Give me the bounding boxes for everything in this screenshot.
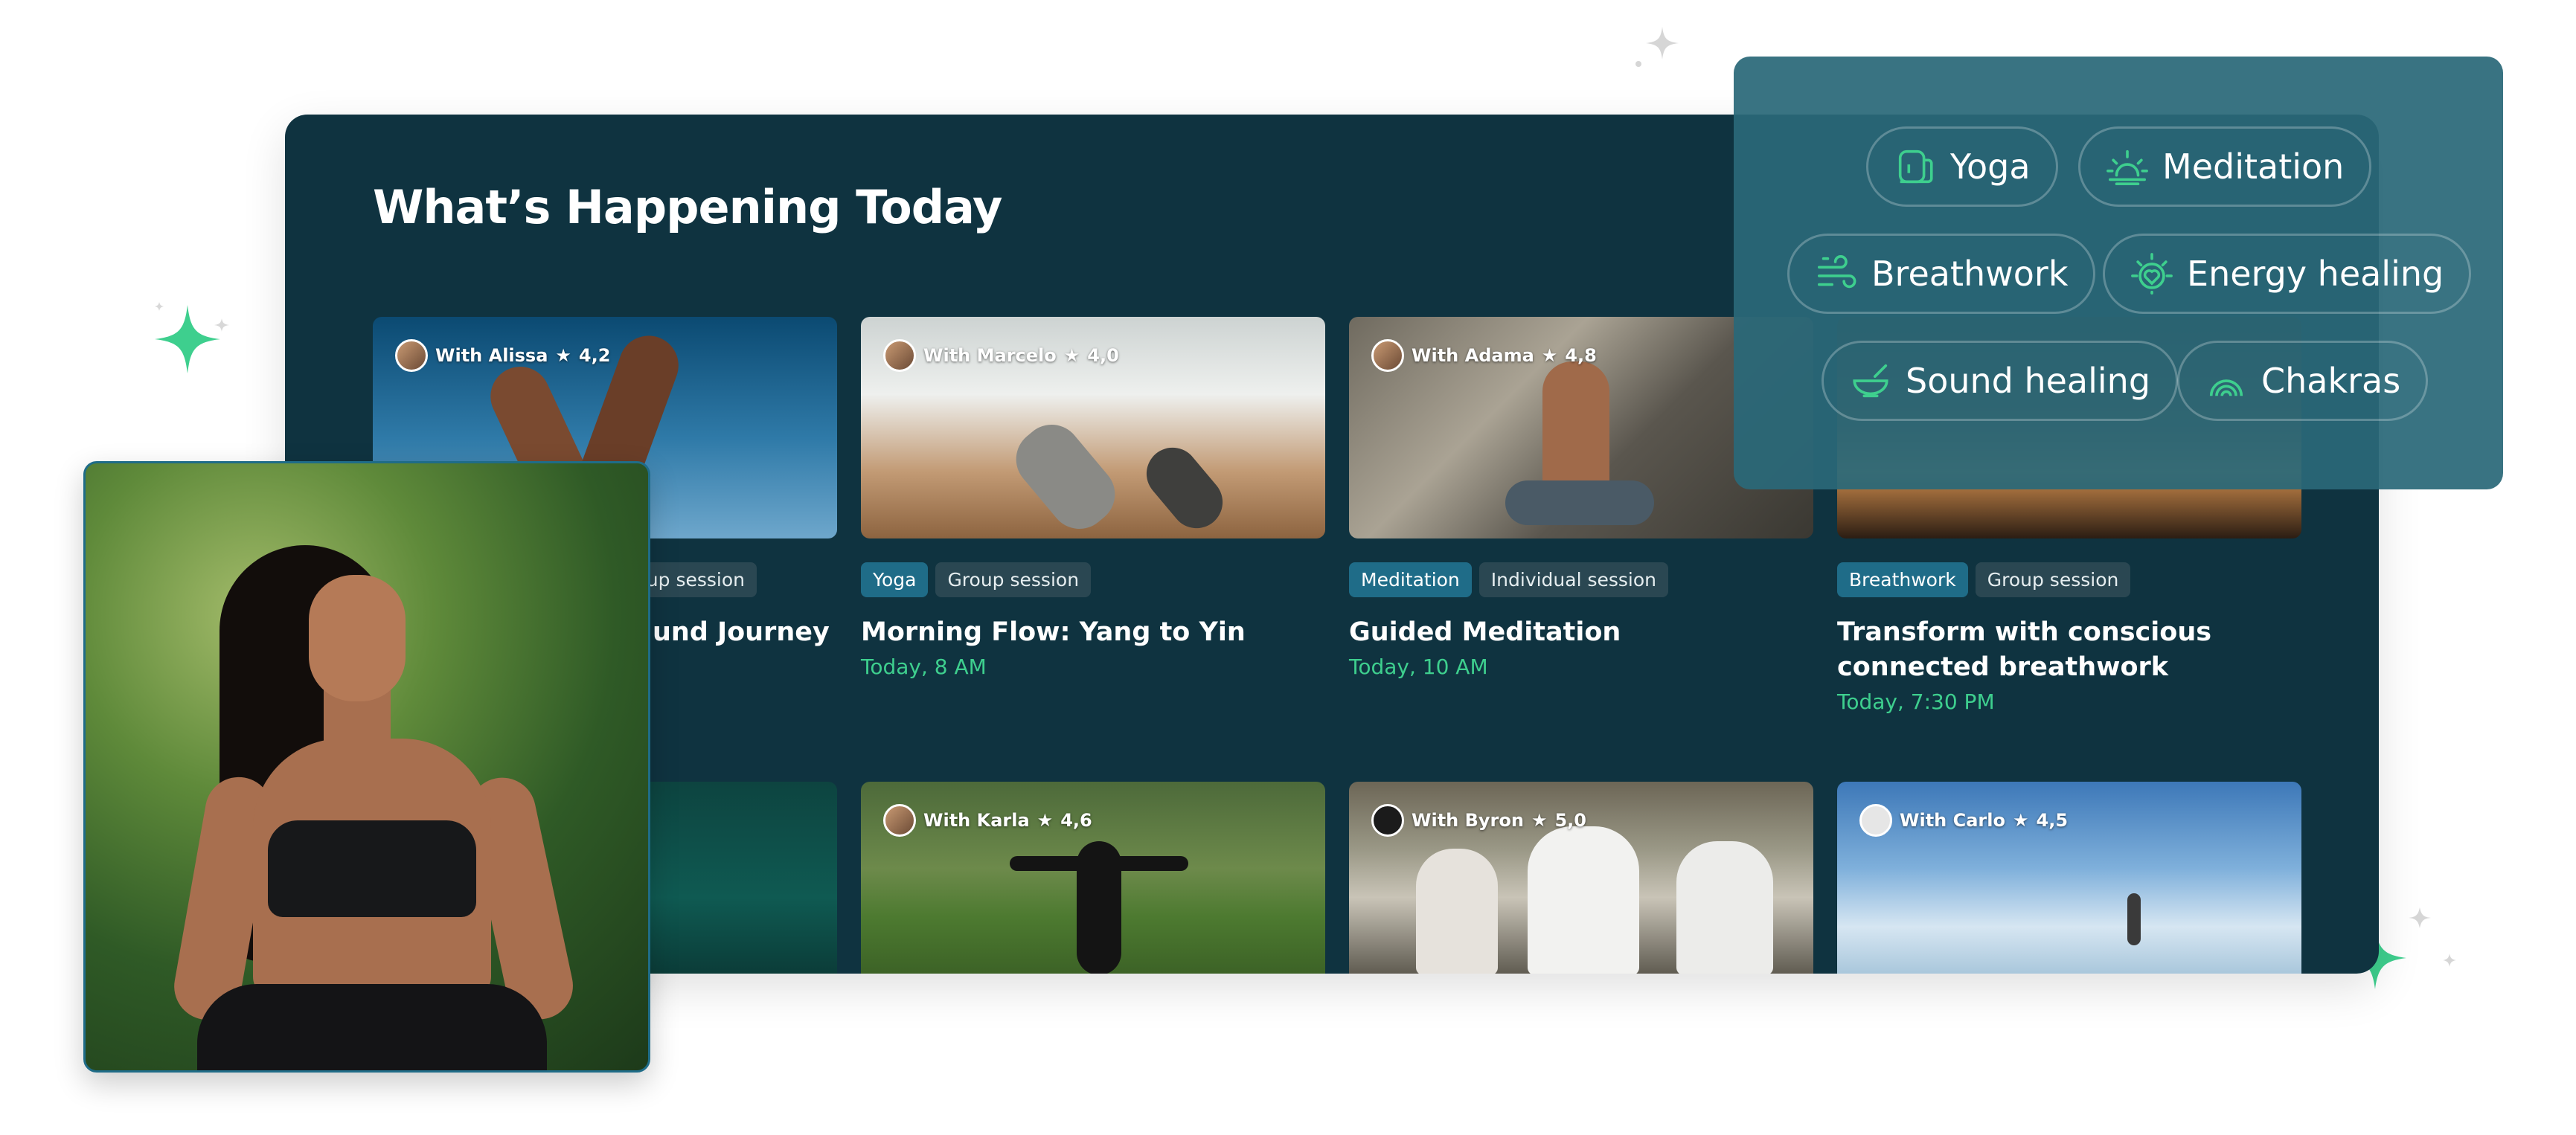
- session-type-tag: Group session: [1975, 562, 2131, 597]
- session-time: Today, 7:30 PM: [1837, 689, 1995, 714]
- singing-bowl-icon: [1853, 364, 1888, 398]
- avatar: [883, 804, 916, 837]
- star-icon: ★: [1531, 810, 1548, 831]
- session-type-tag: Group session: [935, 562, 1092, 597]
- session-title[interactable]: Guided Meditation: [1349, 615, 1813, 650]
- chip-chakras[interactable]: Chakras: [2177, 341, 2429, 421]
- stage: What’s Happening Today With Alissa ★ 4,2…: [0, 0, 2576, 1135]
- host-name: With Karla: [923, 810, 1030, 831]
- chip-energy-healing[interactable]: Energy healing: [2103, 234, 2472, 314]
- category-tag: Breathwork: [1837, 562, 1968, 597]
- chip-yoga[interactable]: Yoga: [1866, 126, 2058, 207]
- sparkle-icon: [1635, 27, 1679, 67]
- session-tags: Yoga Group session: [861, 562, 1325, 597]
- host-rating: 4,0: [1087, 345, 1119, 366]
- session-card[interactable]: With Byron ★ 5,0: [1349, 782, 1813, 974]
- chip-meditation[interactable]: Meditation: [2078, 126, 2372, 207]
- host-info: With Adama ★ 4,8: [1371, 339, 1597, 372]
- session-title[interactable]: Transform with conscious connected breat…: [1837, 615, 2224, 685]
- session-type-tag: Individual session: [1478, 562, 1669, 597]
- session-thumbnail[interactable]: With Byron ★ 5,0: [1349, 782, 1813, 974]
- session-thumbnail[interactable]: With Marcelo ★ 4,0: [861, 317, 1325, 538]
- heart-sun-icon: [2131, 253, 2173, 295]
- sparkle-icon: [155, 302, 229, 373]
- session-time: Today, 8 AM: [861, 655, 987, 679]
- chakra-icon: [2209, 379, 2243, 396]
- chip-label: Breathwork: [1871, 254, 2069, 294]
- session-card[interactable]: With Karla ★ 4,6: [861, 782, 1325, 974]
- host-rating: 4,2: [578, 345, 611, 366]
- yoga-mat-icon: [1898, 149, 1933, 184]
- avatar: [1371, 804, 1404, 837]
- avatar: [883, 339, 916, 372]
- category-tag: Yoga: [861, 562, 929, 597]
- host-name: With Marcelo: [923, 345, 1057, 366]
- chip-label: Sound healing: [1906, 361, 2151, 401]
- session-card[interactable]: With Carlo ★ 4,5: [1837, 782, 2301, 974]
- chip-label: Meditation: [2162, 147, 2345, 187]
- session-tags: Meditation Individual session: [1349, 562, 1813, 597]
- chip-label: Chakras: [2261, 361, 2401, 401]
- chip-sound-healing[interactable]: Sound healing: [1822, 341, 2179, 421]
- host-info: With Byron ★ 5,0: [1371, 804, 1586, 837]
- avatar: [395, 339, 428, 372]
- avatar: [1371, 339, 1404, 372]
- host-info: With Alissa ★ 4,2: [395, 339, 610, 372]
- host-name: With Alissa: [435, 345, 548, 366]
- host-name: With Byron: [1412, 810, 1524, 831]
- session-title[interactable]: Morning Flow: Yang to Yin: [861, 615, 1325, 650]
- host-rating: 4,6: [1060, 810, 1092, 831]
- star-icon: ★: [1037, 810, 1054, 831]
- host-rating: 4,8: [1565, 345, 1597, 366]
- chip-label: Energy healing: [2187, 254, 2444, 294]
- category-chips-panel: Yoga Meditation Breathwork Energy healin…: [1734, 57, 2503, 489]
- chip-label: Yoga: [1950, 147, 2031, 187]
- sunrise-icon: [2106, 149, 2148, 186]
- session-thumbnail[interactable]: With Carlo ★ 4,5: [1837, 782, 2301, 974]
- avatar: [1859, 804, 1892, 837]
- category-tag: Meditation: [1349, 562, 1472, 597]
- host-name: With Carlo: [1900, 810, 2005, 831]
- session-tags: Breathwork Group session: [1837, 562, 2301, 597]
- session-thumbnail[interactable]: With Karla ★ 4,6: [861, 782, 1325, 974]
- session-type-tag: up session: [634, 562, 757, 597]
- host-name: With Adama: [1412, 345, 1534, 366]
- host-rating: 4,5: [2036, 810, 2069, 831]
- meditation-photo: [83, 461, 650, 1073]
- session-time: Today, 10 AM: [1349, 655, 1488, 679]
- host-info: With Karla ★ 4,6: [883, 804, 1092, 837]
- star-icon: ★: [2012, 810, 2029, 831]
- chip-breathwork[interactable]: Breathwork: [1787, 234, 2096, 314]
- wind-icon: [1817, 255, 1856, 289]
- host-info: With Carlo ★ 4,5: [1859, 804, 2068, 837]
- page-title: What’s Happening Today: [373, 180, 1002, 234]
- star-icon: ★: [1063, 345, 1080, 366]
- host-rating: 5,0: [1554, 810, 1586, 831]
- star-icon: ★: [1541, 345, 1558, 366]
- session-card[interactable]: With Marcelo ★ 4,0 Yoga Group session Mo…: [861, 317, 1325, 679]
- star-icon: ★: [555, 345, 571, 366]
- host-info: With Marcelo ★ 4,0: [883, 339, 1119, 372]
